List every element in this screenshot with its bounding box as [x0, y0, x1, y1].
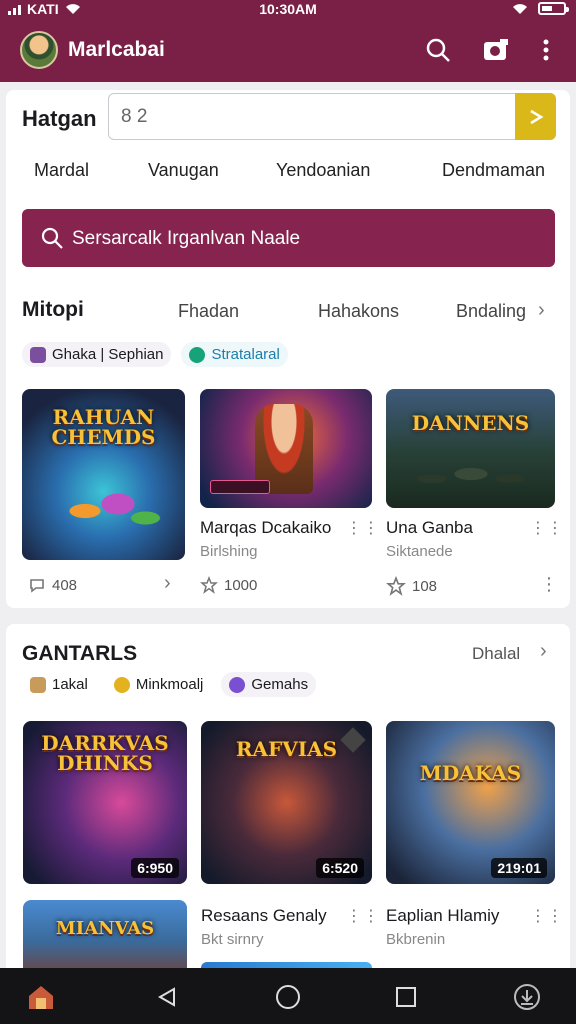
videos-card: GANTARLS Dhalal › 1akal Minkmoalj Gemahs…	[6, 624, 570, 984]
more-icon[interactable]: ⋮⋮	[346, 518, 380, 538]
game-name[interactable]: Marqas Dcakaiko	[200, 518, 331, 538]
game-art-title: RAHUAN CHEMDS	[51, 405, 156, 449]
video-name[interactable]: Eaplian Hlamiy	[386, 906, 499, 926]
badge[interactable]: Stratalaral	[181, 342, 288, 367]
more-icon[interactable]: ⋮⋮	[530, 906, 564, 926]
main-card: Hatgan Mardal Vanugan Yendoanian Dendmam…	[6, 90, 570, 608]
video-name[interactable]: Resaans Genaly	[201, 906, 327, 926]
game-thumbnail[interactable]: RAHUAN CHEMDS	[22, 389, 185, 560]
search-cta-button[interactable]: Sersarcalk Irganlvan Naale	[22, 209, 555, 267]
clock: 10:30AM	[259, 1, 317, 17]
check-icon	[189, 346, 206, 363]
chevron-right-icon[interactable]: ›	[540, 640, 547, 663]
game-name[interactable]: Una Ganba	[386, 518, 473, 538]
system-nav-bar	[0, 968, 576, 1024]
game-stats: 108	[386, 576, 437, 596]
stat-value: 1000	[224, 576, 258, 594]
tab[interactable]: Fhadan	[178, 301, 239, 322]
game-sub: Siktanede	[386, 543, 453, 560]
back-icon[interactable]	[150, 980, 184, 1014]
search-input[interactable]	[121, 104, 501, 130]
game-thumbnail[interactable]	[200, 389, 372, 508]
more-vert-icon[interactable]: ⋮	[540, 574, 559, 595]
video-duration: 6:520	[316, 858, 364, 878]
arrow-right-icon[interactable]	[515, 93, 556, 140]
download-icon[interactable]	[510, 980, 544, 1014]
badge[interactable]: Gemahs	[221, 672, 317, 697]
video-duration: 219:01	[491, 858, 547, 878]
avatar[interactable]	[20, 31, 58, 69]
video-art-title: DARRKVAS DHINKS	[41, 731, 169, 775]
battery-icon	[538, 2, 569, 15]
game-art-title: DANNENS	[411, 411, 530, 435]
art-banner	[210, 480, 270, 494]
game-stats: 408	[28, 576, 77, 594]
video-thumbnail[interactable]: DARRKVAS DHINKS 6:950	[23, 721, 187, 884]
video-thumbnail[interactable]: RAFVIAS 6:520	[201, 721, 372, 884]
recents-icon[interactable]	[389, 980, 423, 1014]
badge-label: 1akal	[52, 676, 88, 693]
game-sub: Birlshing	[200, 543, 258, 560]
chevron-right-icon[interactable]: ›	[164, 572, 172, 595]
search-label: Hatgan	[22, 106, 97, 131]
star-icon	[200, 576, 218, 594]
play-icon	[229, 676, 246, 693]
home-thumb-icon[interactable]	[24, 980, 58, 1014]
app-title: Marlcabai	[68, 38, 165, 61]
comment-icon	[30, 579, 44, 593]
wifi-icon	[513, 3, 527, 14]
video-sub: Bkbrenin	[386, 931, 446, 948]
camera-icon[interactable]	[478, 32, 514, 68]
tab[interactable]: Hahakons	[318, 301, 399, 322]
badge-label: Stratalaral	[211, 346, 280, 363]
cta-label: Sersarcalk Irganlvan Naale	[72, 228, 301, 249]
search-icon[interactable]	[420, 32, 456, 68]
home-icon[interactable]	[271, 980, 305, 1014]
badge[interactable]: 1akal	[22, 672, 96, 697]
video-art-title: MIANVAS	[55, 918, 155, 939]
stat-value: 108	[412, 577, 438, 595]
video-art-title: MDAKAS	[419, 761, 522, 785]
chip[interactable]: Yendoanian	[276, 160, 370, 181]
tag-icon	[30, 346, 46, 363]
video-duration: 6:950	[131, 858, 179, 878]
section-title: GANTARLS	[22, 642, 138, 665]
section-title: Mitopi	[22, 298, 84, 321]
game-art	[52, 476, 162, 546]
star-icon	[386, 576, 406, 596]
filter-chips: Mardal Vanugan Yendoanian Dendmaman	[6, 160, 570, 190]
search-icon	[41, 227, 63, 249]
app-bar: Marlcabai	[0, 18, 576, 82]
badge[interactable]: Ghaka | Sephian	[22, 342, 172, 367]
search-box[interactable]	[108, 93, 556, 140]
badge-label: Minkmoalj	[135, 676, 204, 693]
chevron-right-icon[interactable]: ›	[538, 299, 545, 322]
more-icon[interactable]: ⋮⋮	[530, 518, 564, 538]
see-all-link[interactable]: Dhalal	[472, 644, 520, 664]
chip[interactable]: Dendmaman	[442, 160, 545, 181]
badge-row: Ghaka | Sephian Stratalaral	[22, 342, 288, 367]
game-stats: 1000	[200, 576, 257, 594]
badge-label: Gemahs	[251, 676, 309, 693]
tab[interactable]: Bndaling	[456, 301, 526, 322]
stat-value: 408	[52, 576, 78, 594]
badge-row: 1akal Minkmoalj Gemahs	[22, 672, 317, 697]
coin-icon	[113, 676, 130, 693]
game-thumbnail[interactable]: DANNENS	[386, 389, 555, 508]
status-bar: KATI 10:30AM	[0, 0, 576, 18]
more-vert-icon[interactable]	[528, 32, 564, 68]
game-art	[406, 450, 536, 498]
avatar-icon	[30, 676, 46, 693]
video-thumbnail[interactable]: MDAKAS 219:01	[386, 721, 555, 884]
badge[interactable]: Minkmoalj	[106, 672, 212, 697]
badge-label: Ghaka | Sephian	[52, 346, 164, 363]
chip[interactable]: Vanugan	[148, 160, 219, 181]
more-icon[interactable]: ⋮⋮	[346, 906, 380, 926]
chip[interactable]: Mardal	[34, 160, 89, 181]
video-sub: Bkt sirnry	[201, 931, 264, 948]
